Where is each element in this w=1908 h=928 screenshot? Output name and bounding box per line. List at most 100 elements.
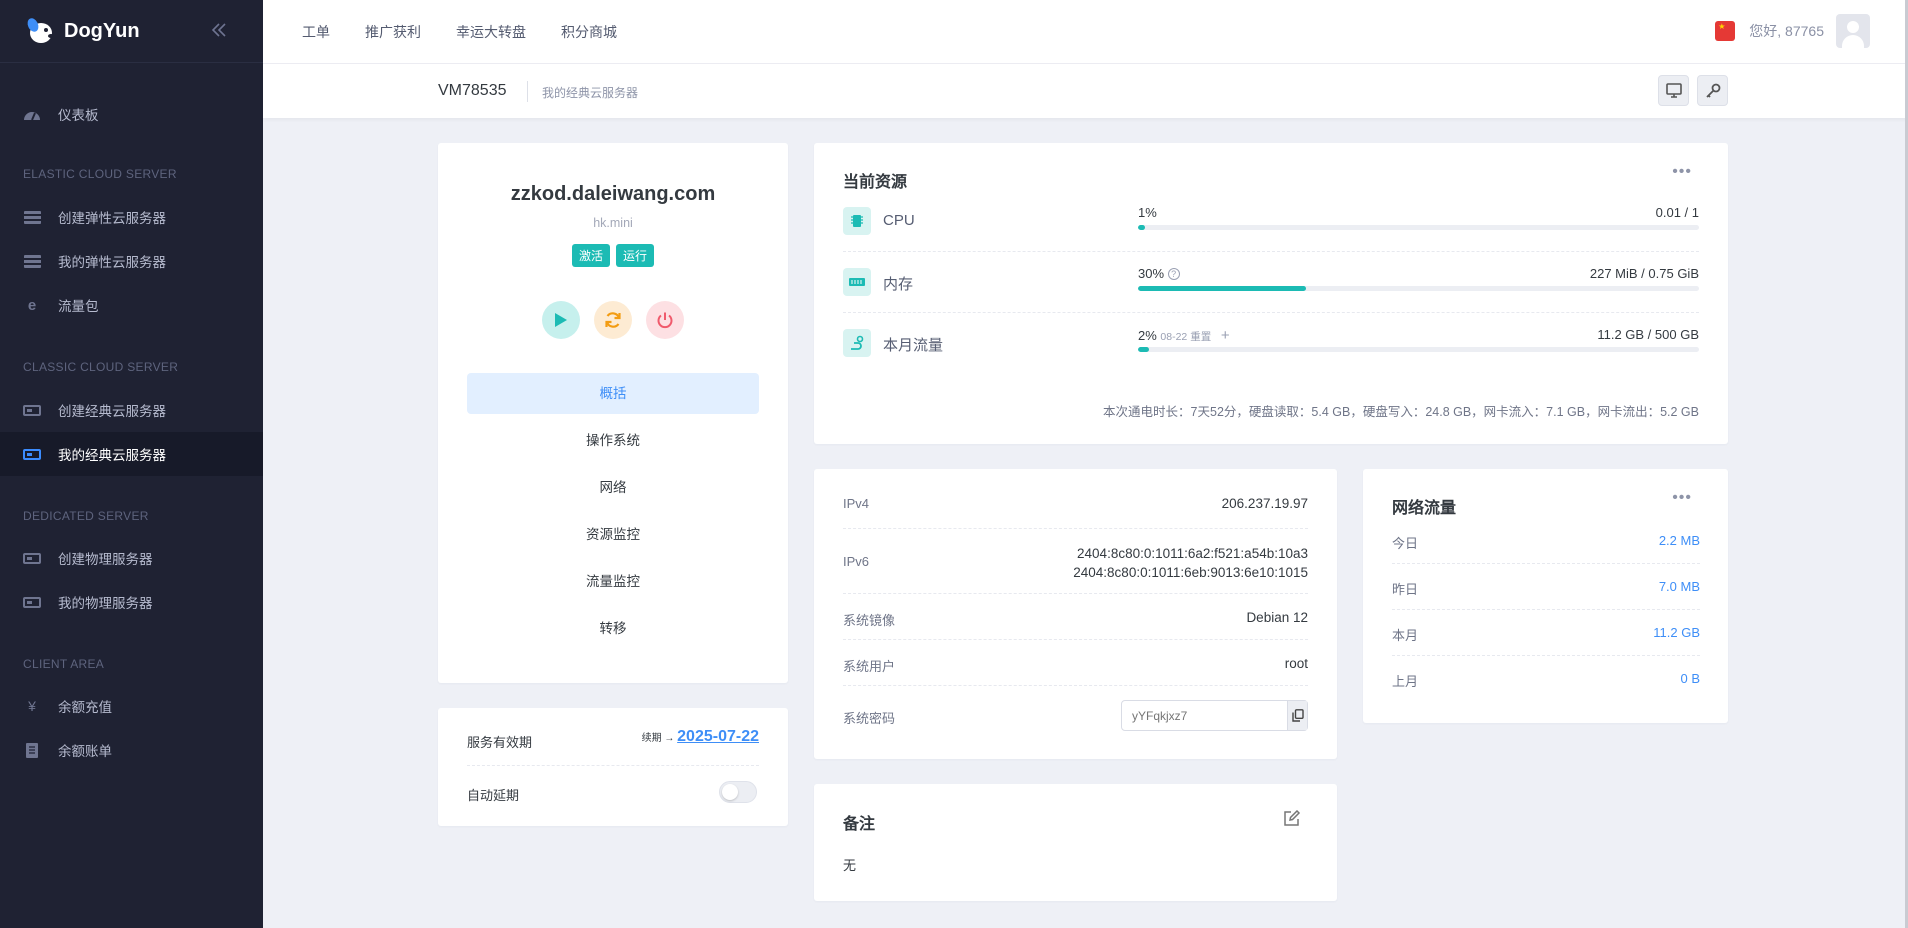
memory-label: 内存 [883,276,914,293]
image-value: Debian 12 [1246,610,1308,625]
sidebar-item-label: 创建经典云服务器 [58,404,166,419]
sidebar-item-bill[interactable]: 余额账单 [0,728,263,772]
tab-transfer[interactable]: 转移 [467,608,759,649]
sidebar-item-label: 流量包 [58,299,99,314]
restart-button[interactable] [594,301,632,339]
user-row: 系统用户 root [843,640,1308,686]
memory-progress-bar [1138,286,1699,291]
sidebar-item-create-classic[interactable]: 创建经典云服务器 [0,388,263,432]
auto-renew-toggle[interactable] [719,781,757,803]
sidebar-item-label: 仪表板 [58,108,99,123]
tab-os[interactable]: 操作系统 [467,420,759,461]
user-avatar-icon[interactable] [1836,14,1870,48]
traffic-label: 本月流量 [883,337,944,354]
sidebar-item-my-elastic[interactable]: 我的弹性云服务器 [0,239,263,283]
yen-icon: ¥ [28,698,36,714]
dog-logo-icon [24,16,56,46]
sidebar-item-label: 我的物理服务器 [58,596,153,611]
traffic-period-value: 0 B [1680,671,1700,686]
power-off-button[interactable] [646,301,684,339]
memory-value: 227 MiB / 0.75 GiB [1589,266,1699,281]
ipv4-label: IPv4 [843,496,870,511]
sidebar-item-my-classic[interactable]: 我的经典云服务器 [0,432,263,476]
sidebar-section-title: CLASSIC CLOUD SERVER [23,360,179,374]
user-greeting[interactable]: 您好, 87765 [1749,21,1824,41]
copy-icon [1291,709,1304,722]
sidebar-section-title: ELASTIC CLOUD SERVER [23,167,177,181]
more-options-icon[interactable]: ••• [1672,163,1692,181]
traffic-reset-date: 08-22 重置 [1160,331,1212,343]
tab-overview[interactable]: 概括 [467,373,759,414]
divider [527,81,528,102]
cpu-row: CPU 1% 0.01 / 1 [843,191,1699,252]
copy-password-button[interactable] [1287,701,1307,730]
hard-drive-icon [23,403,41,417]
sidebar-item-traffic-pack[interactable]: e 流量包 [0,283,263,327]
expiry-label: 服务有效期 [467,735,533,750]
sidebar-item-create-elastic[interactable]: 创建弹性云服务器 [0,195,263,239]
expiry-date: 2025-07-22 [677,728,759,745]
cpu-chip-icon [843,207,871,235]
nav-ticket[interactable]: 工单 [302,22,330,42]
network-traffic-title: 网络流量 [1392,500,1457,517]
sidebar-item-label: 创建弹性云服务器 [58,211,166,226]
play-icon [555,313,567,327]
sidebar-item-my-dedicated[interactable]: 我的物理服务器 [0,580,263,624]
server-card-icon [23,551,41,565]
console-monitor-button[interactable] [1658,75,1689,106]
vm-id: VM78535 [438,82,507,99]
tab-network[interactable]: 网络 [467,467,759,508]
traffic-progress-fill [1138,347,1150,352]
tab-resource-monitor[interactable]: 资源监控 [467,514,759,555]
cpu-progress-fill [1138,225,1145,230]
image-row: 系统镜像 Debian 12 [843,594,1308,640]
ipv4-value[interactable]: 206.237.19.97 [1222,496,1308,511]
traffic-period-label: 昨日 [1392,582,1419,597]
notes-content: 无 [843,858,857,873]
nav-points-mall[interactable]: 积分商城 [561,22,617,42]
nav-lucky-wheel[interactable]: 幸运大转盘 [456,22,526,42]
status-badge-running: 运行 [616,244,655,267]
internet-explorer-icon: e [27,296,37,314]
memory-row: 内存 30% ? 227 MiB / 0.75 GiB [843,252,1699,313]
start-button[interactable] [542,301,580,339]
server-stack-icon [23,210,41,224]
help-icon[interactable]: ? [1167,268,1180,280]
traffic-period-label: 今日 [1392,536,1419,551]
tab-traffic-monitor[interactable]: 流量监控 [467,561,759,602]
collapse-sidebar-icon[interactable] [209,20,229,40]
renew-link[interactable]: 续期 → 2025-07-22 [642,728,759,746]
edit-notes-icon[interactable] [1283,809,1301,830]
user-label: 系统用户 [843,659,896,674]
cpu-percent: 1% [1138,205,1157,220]
more-options-icon[interactable]: ••• [1672,489,1692,507]
sidebar-item-create-dedicated[interactable]: 创建物理服务器 [0,536,263,580]
traffic-percent: 2% 08-22 重置 + [1138,327,1230,344]
ipv6-value[interactable]: 2404:8c80:0:1011:6a2:f521:a54b:10a3 2404… [1073,544,1308,582]
memory-percent: 30% ? [1138,266,1180,281]
password-input[interactable] [1122,701,1287,730]
add-traffic-icon[interactable]: + [1221,327,1230,344]
server-plan: hk.mini [593,216,633,230]
nav-affiliate[interactable]: 推广获利 [365,22,421,42]
sidebar-item-dashboard[interactable]: 仪表板 [0,92,263,136]
sidebar-item-recharge[interactable]: ¥ 余额充值 [0,684,263,728]
reset-password-button[interactable] [1697,75,1728,106]
sidebar-section-title: CLIENT AREA [23,657,105,671]
ipv4-row: IPv4 206.237.19.97 [843,469,1308,529]
sidebar: DogYun 仪表板 ELASTIC CLOUD SERVER 创建弹性云服务器… [0,0,263,928]
traffic-period-label: 本月 [1392,628,1419,643]
server-info-card: IPv4 206.237.19.97 IPv6 2404:8c80:0:1011… [814,469,1337,759]
notes-title: 备注 [843,816,876,833]
monitor-icon [1665,83,1682,98]
china-flag-icon[interactable] [1715,21,1736,41]
traffic-yesterday-row: 昨日 7.0 MB [1392,564,1700,610]
service-card: 服务有效期 续期 → 2025-07-22 自动延期 [438,708,788,826]
sidebar-item-label: 创建物理服务器 [58,552,153,567]
page-header: VM78535 我的经典云服务器 [263,64,1908,118]
uptime-stats: 本次通电时长：7天52分，硬盘读取：5.4 GB，硬盘写入：24.8 GB，网卡… [1103,405,1699,419]
cpu-progress-bar [1138,225,1699,230]
traffic-period-value: 2.2 MB [1658,533,1700,548]
traffic-period-value: 11.2 GB [1653,625,1700,640]
top-navbar: 工单 推广获利 幸运大转盘 积分商城 您好, 87765 [263,0,1908,64]
